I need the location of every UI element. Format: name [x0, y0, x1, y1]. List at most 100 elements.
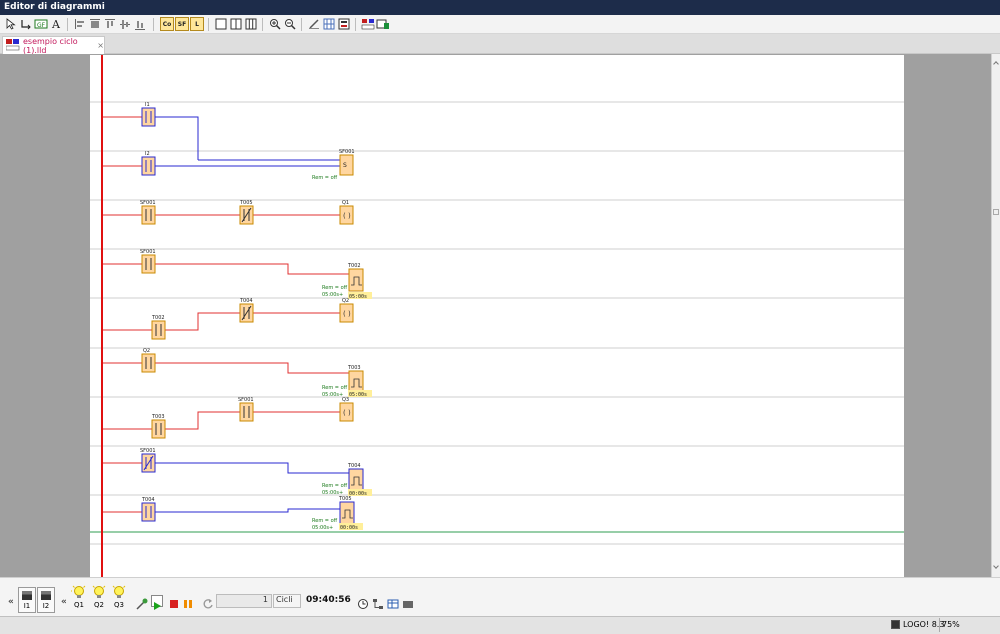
align-left-icon[interactable] [73, 17, 87, 31]
diagram-toolbar: GF A Co SF L [0, 15, 1000, 34]
svg-text:SF001: SF001 [140, 448, 156, 454]
svg-text:( ): ( ) [343, 212, 351, 220]
input-switch-i2[interactable]: I2 [37, 587, 55, 613]
svg-text:Q2: Q2 [342, 298, 349, 304]
contact-i1-label: I1 [145, 102, 150, 108]
svg-text:T005: T005 [239, 200, 253, 206]
network-icon[interactable] [372, 595, 384, 609]
toolbar-separator [262, 18, 263, 31]
zoom-level: 75% [942, 620, 960, 629]
constants-button[interactable]: Co [160, 17, 174, 31]
vertical-scrollbar[interactable] [991, 54, 1000, 577]
status-bar: LOGO! 8.3 75% [0, 616, 1000, 634]
svg-text:Q1: Q1 [342, 200, 349, 206]
special-functions-button[interactable]: SF [175, 17, 189, 31]
svg-text:05:00s: 05:00s [349, 392, 367, 398]
svg-text:SF001: SF001 [238, 397, 254, 403]
stop-button[interactable] [168, 595, 180, 608]
toolbar-separator [208, 18, 209, 31]
block-tool-icon[interactable]: GF [34, 17, 48, 31]
svg-text:GF: GF [37, 22, 46, 29]
table-view-icon[interactable] [387, 595, 399, 609]
svg-text:T004: T004 [141, 497, 155, 503]
status-separator [939, 618, 940, 632]
device-icon [891, 620, 900, 629]
lightbulb-icon [92, 585, 106, 598]
toolbar-separator [67, 18, 68, 31]
scroll-down-icon[interactable] [993, 563, 999, 569]
reset-icon[interactable] [202, 595, 214, 609]
cycles-unit-select[interactable]: Cicli [273, 594, 301, 608]
svg-text:S: S [343, 162, 347, 169]
simulation-document-icon [5, 38, 20, 53]
text-tool-icon[interactable]: A [49, 17, 63, 31]
align-bottom-icon[interactable] [133, 17, 147, 31]
scroll-thumb[interactable] [993, 209, 999, 215]
online-test-icon[interactable] [376, 17, 390, 31]
svg-text:I2: I2 [145, 151, 150, 157]
diagram-sheet[interactable]: I1 I2 S SF001 Rem = off SF001 T005 () Q… [90, 55, 904, 577]
svg-text:Rem = off: Rem = off [322, 285, 348, 291]
lightbulb-icon [112, 585, 126, 598]
draw-line-icon[interactable] [307, 17, 321, 31]
play-button[interactable] [151, 595, 163, 610]
layout-single-icon[interactable] [214, 17, 228, 31]
simulation-tool-icon[interactable] [136, 595, 148, 610]
window-title: Editor di diagrammi [0, 0, 1000, 15]
align-center-icon[interactable] [88, 17, 102, 31]
lightbulb-icon [70, 583, 86, 598]
panel-view-icon[interactable] [402, 595, 414, 608]
svg-text:T003: T003 [151, 414, 165, 420]
rung-4: SF001 T002 Rem = off 05:00s+ 05:00s [102, 249, 372, 300]
close-tab-icon[interactable]: × [97, 41, 104, 50]
svg-text:SF001: SF001 [140, 200, 156, 206]
svg-text:Rem = off: Rem = off [322, 385, 348, 391]
clock-icon[interactable] [357, 595, 369, 609]
ladder-diagram: I1 I2 S SF001 Rem = off SF001 T005 () Q… [90, 55, 904, 577]
logic-functions-button[interactable]: L [190, 17, 204, 31]
contact-i1 [141, 107, 156, 127]
simulation-time: 09:40:56 [306, 595, 351, 605]
diagram-canvas[interactable]: I1 I2 S SF001 Rem = off SF001 T005 () Q… [0, 54, 991, 577]
svg-text:Rem = off: Rem = off [322, 483, 348, 489]
output-lamp-q2: Q2 [88, 585, 110, 609]
simulation-panel: « I1 I2 « Q1 Q2 Q3 1 Cicli 09:40:56 [0, 577, 1000, 616]
output-lamp-q3: Q3 [108, 585, 130, 609]
svg-text:T004: T004 [347, 463, 361, 469]
zoom-out-icon[interactable] [283, 17, 297, 31]
grid-icon[interactable] [322, 17, 336, 31]
svg-text:( ): ( ) [343, 409, 351, 417]
svg-text:( ): ( ) [343, 310, 351, 318]
align-middle-icon[interactable] [118, 17, 132, 31]
svg-text:05:00s+: 05:00s+ [312, 525, 333, 531]
collapse-inputs-icon[interactable]: « [8, 597, 14, 607]
input-switch-i1[interactable]: I1 [18, 587, 36, 613]
rung-8: SF001 T004 Rem = off 05:00s+ 00:00s [102, 448, 372, 497]
svg-text:T005: T005 [338, 496, 352, 502]
svg-text:Q3: Q3 [342, 397, 349, 403]
zoom-in-icon[interactable] [268, 17, 282, 31]
align-top-icon[interactable] [103, 17, 117, 31]
tab-esempio-ciclo[interactable]: esempio ciclo (1).lld × [2, 36, 105, 55]
rung-9: T004 T005 Rem = off 05:00s+ 00:00s [102, 496, 363, 531]
svg-text:Rem = off: Rem = off [312, 175, 338, 181]
svg-text:T002: T002 [151, 315, 165, 321]
cycles-input[interactable]: 1 [216, 594, 272, 608]
properties-icon[interactable] [337, 17, 351, 31]
svg-text:Q2: Q2 [143, 348, 150, 354]
pause-button[interactable] [182, 595, 194, 608]
layout-triple-icon[interactable] [244, 17, 258, 31]
rung-5: T002 T004 ( ) Q2 [102, 298, 354, 340]
svg-text:T003: T003 [347, 365, 361, 371]
svg-text:SF001: SF001 [140, 249, 156, 255]
simulation-mode-icon[interactable] [361, 17, 375, 31]
rung-6: Q2 T003 Rem = off 05:00s+ 05:00s [102, 348, 372, 398]
layout-split-icon[interactable] [229, 17, 243, 31]
svg-text:Rem = off: Rem = off [312, 518, 338, 524]
connector-tool-icon[interactable] [19, 17, 33, 31]
contact-i2 [141, 156, 156, 176]
rung-7: T003 SF001 ( ) Q3 [102, 397, 354, 439]
selection-tool-icon[interactable] [4, 17, 18, 31]
collapse-outputs-icon[interactable]: « [61, 597, 67, 607]
scroll-up-icon[interactable] [993, 61, 999, 67]
